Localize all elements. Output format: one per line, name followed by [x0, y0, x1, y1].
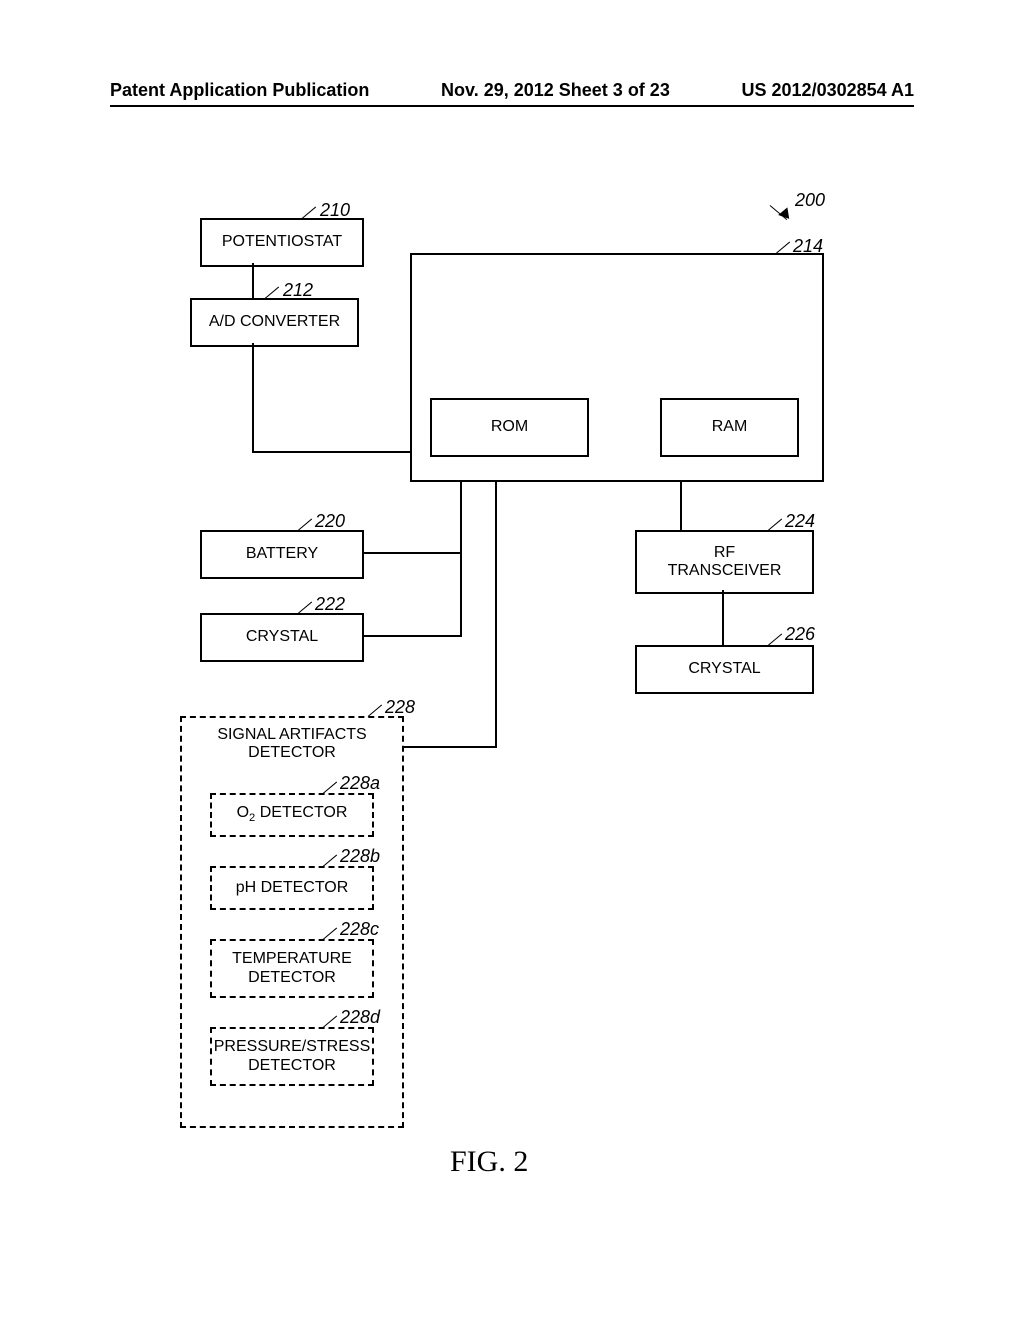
proc-drop-mid: [495, 478, 497, 748]
ref-226: 226: [785, 624, 815, 645]
rf-transceiver-label: RF TRANSCEIVER: [668, 544, 782, 581]
conn-212-processor-h: [252, 451, 410, 453]
crystal-right-label: CRYSTAL: [688, 660, 760, 678]
block-rf-transceiver: RF TRANSCEIVER: [635, 530, 814, 594]
header-right: US 2012/0302854 A1: [742, 80, 914, 101]
ref-228c: 228c: [340, 919, 379, 940]
page-header: Patent Application Publication Nov. 29, …: [110, 80, 914, 101]
ref-200: 200: [795, 190, 825, 211]
block-battery: BATTERY: [200, 530, 364, 579]
conn-212-processor-v: [252, 343, 254, 451]
ref-228b: 228b: [340, 846, 380, 867]
conn-battery-v-extra: [460, 552, 462, 588]
block-potentiostat: POTENTIOSTAT: [200, 218, 364, 267]
block-o2-detector: O2 DETECTOR: [210, 793, 374, 837]
ref-210: 210: [320, 200, 350, 221]
block-temperature-detector: TEMPERATURE DETECTOR: [210, 939, 374, 998]
battery-label: BATTERY: [246, 545, 318, 563]
signal-artifacts-label: SIGNAL ARTIFACTS DETECTOR: [217, 726, 366, 763]
o2-detector-label: O2 DETECTOR: [237, 804, 348, 825]
ad-converter-label: A/D CONVERTER: [209, 313, 340, 331]
ram-label: RAM: [712, 418, 748, 436]
ref-224: 224: [785, 511, 815, 532]
block-crystal-right: CRYSTAL: [635, 645, 814, 694]
conn-crystalL-h: [360, 635, 460, 637]
temperature-detector-label: TEMPERATURE DETECTOR: [232, 950, 352, 987]
block-ram: RAM: [660, 398, 799, 457]
block-pressure-detector: PRESSURE/STRESS DETECTOR: [210, 1027, 374, 1086]
ref-212: 212: [283, 280, 313, 301]
rom-label: ROM: [491, 418, 528, 436]
block-rom: ROM: [430, 398, 589, 457]
ref-228a: 228a: [340, 773, 380, 794]
ref-228: 228: [385, 697, 415, 718]
potentiostat-label: POTENTIOSTAT: [222, 233, 342, 251]
header-rule: [110, 105, 914, 107]
figure-caption: FIG. 2: [450, 1145, 528, 1179]
ph-detector-label: pH DETECTOR: [236, 879, 349, 897]
crystal-left-label: CRYSTAL: [246, 628, 318, 646]
header-center: Nov. 29, 2012 Sheet 3 of 23: [441, 80, 670, 101]
pressure-detector-label: PRESSURE/STRESS DETECTOR: [214, 1038, 370, 1075]
conn-battery-h: [360, 552, 460, 554]
ref-228d: 228d: [340, 1007, 380, 1028]
conn-210-212: [252, 263, 254, 299]
header-left: Patent Application Publication: [110, 80, 369, 101]
conn-sad-h: [400, 746, 497, 748]
ref-222: 222: [315, 594, 345, 615]
block-ad-converter: A/D CONVERTER: [190, 298, 359, 347]
block-crystal-left: CRYSTAL: [200, 613, 364, 662]
conn-rf-crystal: [722, 590, 724, 645]
block-ph-detector: pH DETECTOR: [210, 866, 374, 910]
ref-220: 220: [315, 511, 345, 532]
conn-crystalL-v: [460, 588, 462, 637]
